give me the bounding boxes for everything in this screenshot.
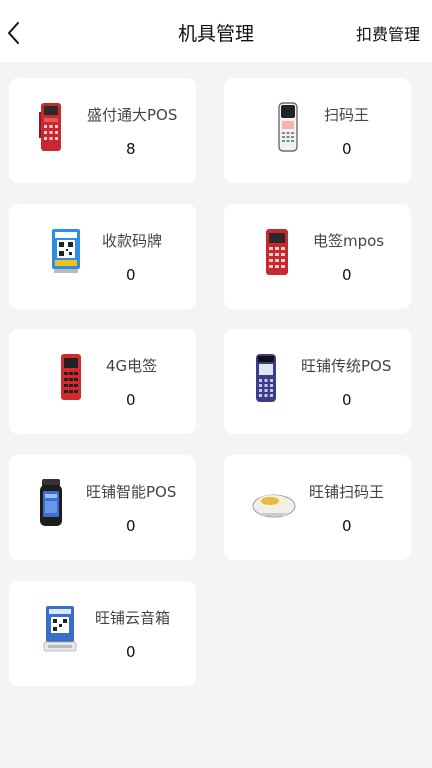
wangpu-scanner-icon (252, 494, 296, 518)
device-count: 0 (126, 266, 136, 284)
traditional-pos-icon (256, 354, 276, 402)
cloud-speaker-icon (43, 606, 77, 652)
device-card-scanner[interactable]: 扫码王 0 (224, 78, 411, 183)
fee-management-button[interactable]: 扣费管理 (356, 21, 420, 45)
device-count: 0 (126, 517, 136, 535)
device-name: 电签mpos (313, 232, 385, 250)
device-card-wangpu-scanner[interactable]: 旺铺扫码王 0 (224, 455, 411, 560)
device-count: 0 (342, 140, 352, 158)
smart-pos-icon (40, 479, 62, 526)
device-count: 0 (126, 643, 136, 661)
device-count: 0 (126, 391, 136, 409)
device-name: 旺铺传统POS (301, 357, 392, 375)
red-4g-terminal-icon (61, 354, 81, 400)
device-card-traditional-pos[interactable]: 旺铺传统POS 0 (224, 329, 411, 434)
device-count: 0 (342, 266, 352, 284)
device-card-cloud-speaker[interactable]: 旺铺云音箱 0 (9, 581, 196, 686)
qr-code-stand-icon (52, 229, 80, 273)
top-nav-bar: 机具管理 扣费管理 (0, 0, 432, 62)
red-mpos-terminal-icon (266, 229, 288, 275)
device-count: 0 (342, 391, 352, 409)
device-count: 0 (342, 517, 352, 535)
device-card-qr-stand[interactable]: 收款码牌 0 (9, 204, 196, 309)
device-name: 旺铺扫码王 (309, 483, 385, 501)
device-card-mpos[interactable]: 电签mpos 0 (224, 204, 411, 309)
device-card-smart-pos[interactable]: 旺铺智能POS 0 (9, 455, 196, 560)
qr-scanner-icon (278, 102, 298, 152)
red-pos-terminal-icon (39, 103, 61, 151)
device-card-shengfutong-pos[interactable]: 盛付通大POS 8 (9, 78, 196, 183)
device-name: 扫码王 (324, 106, 370, 124)
device-count: 8 (126, 140, 136, 158)
device-card-4g[interactable]: 4G电签 0 (9, 329, 196, 434)
device-name: 旺铺云音箱 (95, 609, 171, 627)
